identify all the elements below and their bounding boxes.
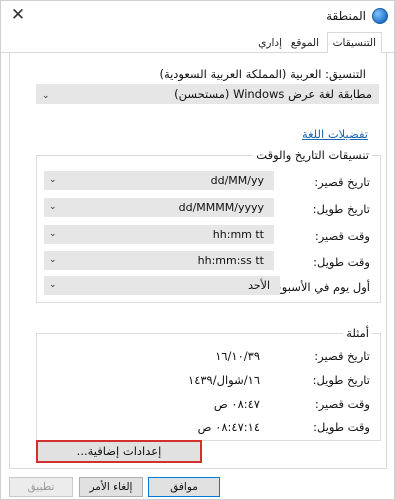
date-time-formats-group: تنسيقات التاريخ والوقت تاريخ قصير: dd/MM…	[35, 148, 381, 303]
long-time-dropdown[interactable]: hh:mm:ss tt ⌄	[44, 251, 274, 270]
example-long-date: تاريخ طويل: ١٦/شوال/١٤٣٩	[35, 370, 380, 390]
example-value: ١٦/١٠/٣٩	[215, 349, 260, 363]
additional-settings-button[interactable]: إعدادات إضافية...	[36, 440, 202, 463]
chevron-down-icon: ⌄	[49, 202, 57, 212]
chevron-down-icon: ⌄	[42, 91, 50, 101]
long-time-label: وقت طويل:	[313, 255, 370, 269]
example-label: وقت قصير:	[314, 397, 370, 411]
date-time-formats-title: تنسيقات التاريخ والوقت	[253, 148, 372, 162]
tab-administrative[interactable]: إداري	[253, 34, 287, 53]
first-day-row: أول يوم في الأسبوع: الأحد ⌄	[35, 276, 380, 298]
example-value: ٠٨:٤٧:١٤ ص	[197, 420, 260, 434]
title-bar: ✕ المنطقة	[1, 1, 394, 31]
long-time-value: hh:mm:ss tt	[197, 254, 264, 267]
tab-formats[interactable]: التنسيقات	[326, 32, 382, 54]
long-time-row: وقت طويل: hh:mm:ss tt ⌄	[35, 251, 380, 273]
example-short-date: تاريخ قصير: ١٦/١٠/٣٩	[35, 346, 380, 366]
format-dropdown[interactable]: مطابقة لغة عرض Windows (مستحسن) ⌄	[36, 84, 379, 104]
formats-panel: التنسيق: العربية (المملكة العربية السعود…	[9, 53, 387, 469]
long-date-label: تاريخ طويل:	[312, 202, 370, 216]
examples-group: أمثلة تاريخ قصير: ١٦/١٠/٣٩ تاريخ طويل: ١…	[35, 326, 381, 441]
short-date-row: تاريخ قصير: dd/MM/yy ⌄	[35, 171, 380, 193]
long-date-value: dd/MMMM/yyyy	[178, 201, 264, 214]
first-day-dropdown[interactable]: الأحد ⌄	[44, 276, 280, 295]
first-day-label: أول يوم في الأسبوع:	[271, 280, 370, 294]
chevron-down-icon: ⌄	[49, 175, 57, 185]
long-date-row: تاريخ طويل: dd/MMMM/yyyy ⌄	[35, 198, 380, 220]
short-date-label: تاريخ قصير:	[314, 175, 370, 189]
example-value: ٠٨:٤٧ ص	[213, 397, 260, 411]
example-short-time: وقت قصير: ٠٨:٤٧ ص	[35, 394, 380, 414]
format-dropdown-value: مطابقة لغة عرض Windows (مستحسن)	[174, 87, 372, 101]
tab-bar: التنسيقات الموقع إداري	[1, 31, 394, 54]
format-label: التنسيق: العربية (المملكة العربية السعود…	[159, 67, 366, 81]
chevron-down-icon: ⌄	[49, 229, 57, 239]
example-label: وقت طويل:	[313, 420, 370, 434]
window-title: المنطقة	[326, 9, 366, 23]
example-long-time: وقت طويل: ٠٨:٤٧:١٤ ص	[35, 417, 380, 437]
tab-location[interactable]: الموقع	[286, 34, 324, 53]
first-day-value: الأحد	[248, 279, 270, 292]
long-date-dropdown[interactable]: dd/MMMM/yyyy ⌄	[44, 198, 274, 217]
chevron-down-icon: ⌄	[49, 280, 57, 290]
example-label: تاريخ طويل:	[312, 373, 370, 387]
short-time-dropdown[interactable]: hh:mm tt ⌄	[44, 225, 274, 244]
chevron-down-icon: ⌄	[49, 255, 57, 265]
apply-button[interactable]: تطبيق	[9, 477, 73, 497]
example-label: تاريخ قصير:	[314, 349, 370, 363]
ok-button[interactable]: موافق	[148, 477, 220, 497]
short-time-value: hh:mm tt	[212, 228, 264, 241]
examples-title: أمثلة	[343, 326, 372, 340]
example-value: ١٦/شوال/١٤٣٩	[188, 373, 260, 387]
close-icon[interactable]: ✕	[7, 4, 29, 26]
short-time-label: وقت قصير:	[314, 229, 370, 243]
region-dialog: ✕ المنطقة التنسيقات الموقع إداري التنسيق…	[0, 0, 395, 500]
short-date-value: dd/MM/yy	[210, 174, 264, 187]
short-time-row: وقت قصير: hh:mm tt ⌄	[35, 225, 380, 247]
cancel-button[interactable]: إلغاء الأمر	[79, 477, 143, 497]
language-preferences-link[interactable]: تفضيلات اللغة	[302, 127, 368, 141]
short-date-dropdown[interactable]: dd/MM/yy ⌄	[44, 171, 274, 190]
globe-icon	[372, 8, 388, 24]
